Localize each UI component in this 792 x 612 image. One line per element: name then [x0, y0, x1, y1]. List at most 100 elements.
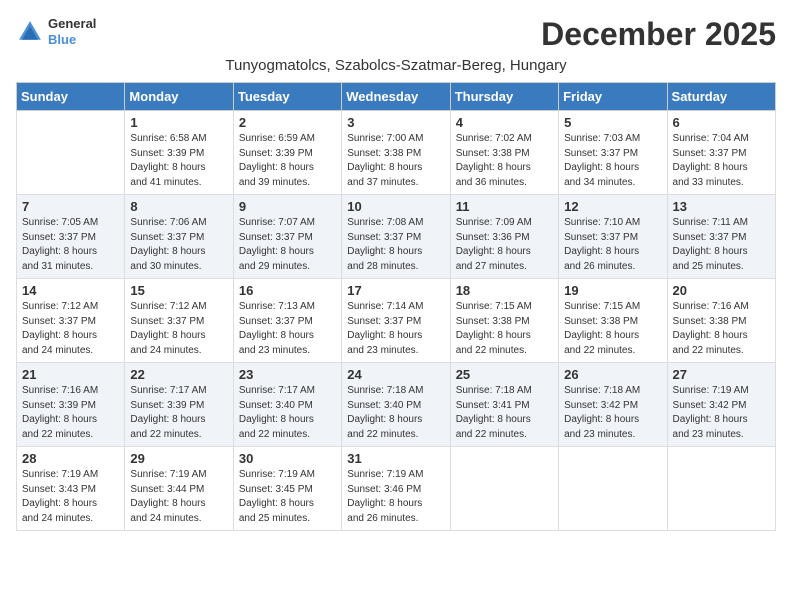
day-number: 19	[564, 283, 661, 298]
day-number: 24	[347, 367, 444, 382]
cell-content: Sunrise: 7:19 AM Sunset: 3:44 PM Dayligh…	[130, 468, 227, 526]
cell-content: Sunrise: 6:58 AM Sunset: 3:39 PM Dayligh…	[130, 132, 227, 190]
page-header: General Blue December 2025	[16, 16, 776, 53]
calendar-cell: 31 Sunrise: 7:19 AM Sunset: 3:46 PM Dayli…	[342, 447, 450, 531]
day-number: 10	[347, 199, 444, 214]
calendar-cell: 12 Sunrise: 7:10 AM Sunset: 3:37 PM Dayli…	[559, 195, 667, 279]
day-number: 5	[564, 115, 661, 130]
calendar-cell: 24Sunrise: 7:18 AM Sunset: 3:40 PM Dayli…	[342, 363, 450, 447]
calendar-cell: 14 Sunrise: 7:12 AM Sunset: 3:37 PM Dayli…	[17, 279, 125, 363]
calendar-cell: 13Sunrise: 7:11 AM Sunset: 3:37 PM Dayli…	[667, 195, 775, 279]
cell-content: Sunrise: 7:09 AM Sunset: 3:36 PM Dayligh…	[456, 216, 553, 274]
day-number: 8	[130, 199, 227, 214]
logo-line1: General	[48, 16, 96, 32]
calendar-cell: 2 Sunrise: 6:59 AM Sunset: 3:39 PM Daylig…	[233, 111, 341, 195]
calendar-cell: 28 Sunrise: 7:19 AM Sunset: 3:43 PM Dayli…	[17, 447, 125, 531]
cell-content: Sunrise: 7:18 AM Sunset: 3:41 PM Dayligh…	[456, 384, 553, 442]
cell-content: Sunrise: 7:19 AM Sunset: 3:45 PM Dayligh…	[239, 468, 336, 526]
calendar-cell: 7 Sunrise: 7:05 AM Sunset: 3:37 PM Daylig…	[17, 195, 125, 279]
day-number: 28	[22, 451, 119, 466]
day-number: 15	[130, 283, 227, 298]
calendar-cell: 22 Sunrise: 7:17 AM Sunset: 3:39 PM Dayli…	[125, 363, 233, 447]
cell-content: Sunrise: 7:13 AM Sunset: 3:37 PM Dayligh…	[239, 300, 336, 358]
day-number: 6	[673, 115, 770, 130]
week-row-1: 1Sunrise: 6:58 AM Sunset: 3:39 PM Daylig…	[17, 111, 776, 195]
cell-content: Sunrise: 7:19 AM Sunset: 3:42 PM Dayligh…	[673, 384, 770, 442]
day-number: 25	[456, 367, 553, 382]
day-number: 27	[673, 367, 770, 382]
location-title: Tunyogmatolcs, Szabolcs-Szatmar-Bereg, H…	[16, 57, 776, 74]
day-number: 22	[130, 367, 227, 382]
cell-content: Sunrise: 7:06 AM Sunset: 3:37 PM Dayligh…	[130, 216, 227, 274]
day-header-wednesday: Wednesday	[342, 83, 450, 111]
calendar-cell	[450, 447, 558, 531]
week-row-5: 28 Sunrise: 7:19 AM Sunset: 3:43 PM Dayli…	[17, 447, 776, 531]
cell-content: Sunrise: 7:08 AM Sunset: 3:37 PM Dayligh…	[347, 216, 444, 274]
day-number: 31	[347, 451, 444, 466]
day-number: 3	[347, 115, 444, 130]
day-number: 18	[456, 283, 553, 298]
cell-content: Sunrise: 7:07 AM Sunset: 3:37 PM Dayligh…	[239, 216, 336, 274]
cell-content: Sunrise: 7:19 AM Sunset: 3:46 PM Dayligh…	[347, 468, 444, 526]
calendar-cell: 26 Sunrise: 7:18 AM Sunset: 3:42 PM Dayli…	[559, 363, 667, 447]
calendar-cell: 30Sunrise: 7:19 AM Sunset: 3:45 PM Dayli…	[233, 447, 341, 531]
calendar-cell: 29Sunrise: 7:19 AM Sunset: 3:44 PM Dayli…	[125, 447, 233, 531]
day-number: 20	[673, 283, 770, 298]
day-number: 12	[564, 199, 661, 214]
calendar-cell: 18Sunrise: 7:15 AM Sunset: 3:38 PM Dayli…	[450, 279, 558, 363]
logo: General Blue	[16, 16, 96, 47]
calendar-cell: 27 Sunrise: 7:19 AM Sunset: 3:42 PM Dayli…	[667, 363, 775, 447]
cell-content: Sunrise: 7:12 AM Sunset: 3:37 PM Dayligh…	[22, 300, 119, 358]
calendar-cell: 9 Sunrise: 7:07 AM Sunset: 3:37 PM Daylig…	[233, 195, 341, 279]
cell-content: Sunrise: 7:19 AM Sunset: 3:43 PM Dayligh…	[22, 468, 119, 526]
week-row-4: 21 Sunrise: 7:16 AM Sunset: 3:39 PM Dayli…	[17, 363, 776, 447]
day-number: 7	[22, 199, 119, 214]
day-number: 17	[347, 283, 444, 298]
calendar-cell: 5 Sunrise: 7:03 AM Sunset: 3:37 PM Daylig…	[559, 111, 667, 195]
day-number: 4	[456, 115, 553, 130]
day-header-friday: Friday	[559, 83, 667, 111]
day-number: 2	[239, 115, 336, 130]
calendar-cell: 19Sunrise: 7:15 AM Sunset: 3:38 PM Dayli…	[559, 279, 667, 363]
calendar-cell: 1Sunrise: 6:58 AM Sunset: 3:39 PM Daylig…	[125, 111, 233, 195]
cell-content: Sunrise: 7:03 AM Sunset: 3:37 PM Dayligh…	[564, 132, 661, 190]
day-header-tuesday: Tuesday	[233, 83, 341, 111]
day-number: 23	[239, 367, 336, 382]
cell-content: Sunrise: 7:17 AM Sunset: 3:40 PM Dayligh…	[239, 384, 336, 442]
cell-content: Sunrise: 7:17 AM Sunset: 3:39 PM Dayligh…	[130, 384, 227, 442]
day-number: 21	[22, 367, 119, 382]
day-header-thursday: Thursday	[450, 83, 558, 111]
calendar-cell	[667, 447, 775, 531]
logo-text: General Blue	[48, 16, 96, 47]
calendar-cell: 11 Sunrise: 7:09 AM Sunset: 3:36 PM Dayli…	[450, 195, 558, 279]
day-number: 14	[22, 283, 119, 298]
calendar-cell: 23 Sunrise: 7:17 AM Sunset: 3:40 PM Dayli…	[233, 363, 341, 447]
logo-line2: Blue	[48, 32, 96, 48]
cell-content: Sunrise: 7:18 AM Sunset: 3:42 PM Dayligh…	[564, 384, 661, 442]
cell-content: Sunrise: 6:59 AM Sunset: 3:39 PM Dayligh…	[239, 132, 336, 190]
day-number: 16	[239, 283, 336, 298]
cell-content: Sunrise: 7:10 AM Sunset: 3:37 PM Dayligh…	[564, 216, 661, 274]
week-row-2: 7 Sunrise: 7:05 AM Sunset: 3:37 PM Daylig…	[17, 195, 776, 279]
calendar-cell: 20 Sunrise: 7:16 AM Sunset: 3:38 PM Dayli…	[667, 279, 775, 363]
cell-content: Sunrise: 7:16 AM Sunset: 3:38 PM Dayligh…	[673, 300, 770, 358]
header-row: SundayMondayTuesdayWednesdayThursdayFrid…	[17, 83, 776, 111]
day-header-sunday: Sunday	[17, 83, 125, 111]
day-number: 26	[564, 367, 661, 382]
calendar-cell: 21 Sunrise: 7:16 AM Sunset: 3:39 PM Dayli…	[17, 363, 125, 447]
calendar-cell: 8 Sunrise: 7:06 AM Sunset: 3:37 PM Daylig…	[125, 195, 233, 279]
cell-content: Sunrise: 7:12 AM Sunset: 3:37 PM Dayligh…	[130, 300, 227, 358]
calendar-cell	[17, 111, 125, 195]
day-number: 9	[239, 199, 336, 214]
calendar-cell: 25 Sunrise: 7:18 AM Sunset: 3:41 PM Dayli…	[450, 363, 558, 447]
cell-content: Sunrise: 7:05 AM Sunset: 3:37 PM Dayligh…	[22, 216, 119, 274]
day-number: 11	[456, 199, 553, 214]
day-number: 13	[673, 199, 770, 214]
calendar-cell: 15 Sunrise: 7:12 AM Sunset: 3:37 PM Dayli…	[125, 279, 233, 363]
cell-content: Sunrise: 7:16 AM Sunset: 3:39 PM Dayligh…	[22, 384, 119, 442]
calendar-cell: 4Sunrise: 7:02 AM Sunset: 3:38 PM Daylig…	[450, 111, 558, 195]
cell-content: Sunrise: 7:14 AM Sunset: 3:37 PM Dayligh…	[347, 300, 444, 358]
calendar-cell	[559, 447, 667, 531]
calendar-cell: 3 Sunrise: 7:00 AM Sunset: 3:38 PM Daylig…	[342, 111, 450, 195]
cell-content: Sunrise: 7:00 AM Sunset: 3:38 PM Dayligh…	[347, 132, 444, 190]
